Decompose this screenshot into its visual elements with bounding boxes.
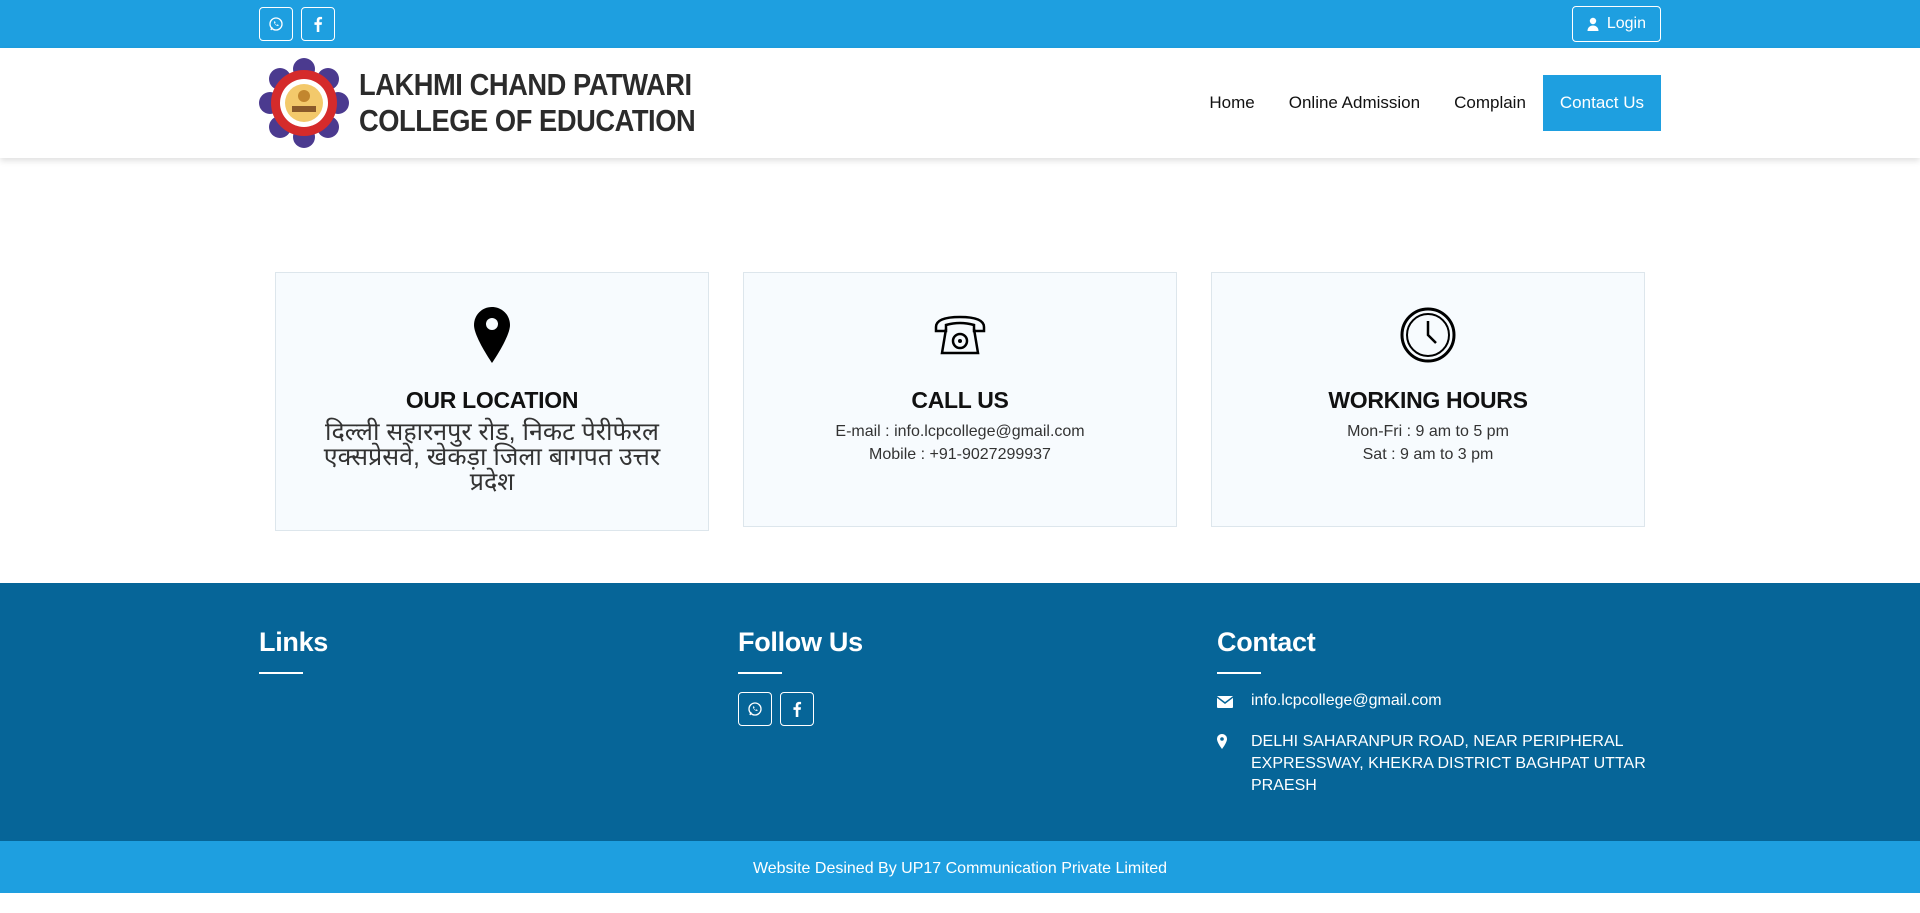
- footer-facebook-button[interactable]: [780, 692, 814, 726]
- footer-whatsapp-button[interactable]: [738, 692, 772, 726]
- site-footer: Links Follow Us Contact info.lcpcollege@…: [0, 583, 1920, 841]
- map-marker-icon: [474, 307, 510, 363]
- clock-icon: [1400, 307, 1456, 363]
- top-bar: Login: [0, 0, 1920, 48]
- heading-underline: [738, 672, 782, 674]
- call-card: CALL US E-mail : info.lcpcollege@gmail.c…: [743, 272, 1177, 527]
- site-credit: Website Desined By UP17 Communication Pr…: [752, 860, 1168, 877]
- nav-online-admission[interactable]: Online Admission: [1272, 75, 1437, 131]
- location-title: OUR LOCATION: [405, 387, 579, 413]
- whatsapp-button[interactable]: [259, 7, 293, 41]
- telephone-icon: [934, 315, 986, 355]
- copyright-bar: Website Desined By UP17 Communication Pr…: [0, 841, 1920, 893]
- user-icon: [1587, 17, 1599, 31]
- map-marker-icon: [1217, 734, 1227, 749]
- facebook-icon: [793, 701, 802, 717]
- footer-contact-column: Contact info.lcpcollege@gmail.com DELHI …: [1216, 583, 1661, 797]
- logo-line-2: COLLEGE OF EDUCATION: [359, 103, 696, 138]
- footer-follow-column: Follow Us: [738, 583, 1217, 797]
- call-email: E-mail : info.lcpcollege@gmail.com: [835, 423, 1085, 440]
- login-label: Login: [1606, 15, 1646, 32]
- footer-follow-title: Follow Us: [738, 627, 863, 657]
- whatsapp-icon: [748, 702, 762, 716]
- nav-complain[interactable]: Complain: [1437, 75, 1543, 131]
- heading-underline: [1217, 672, 1261, 674]
- hours-saturday: Sat : 9 am to 3 pm: [1362, 446, 1494, 463]
- main-nav: Home Online Admission Complain Contact U…: [1192, 75, 1661, 131]
- facebook-button[interactable]: [301, 7, 335, 41]
- login-button[interactable]: Login: [1571, 6, 1661, 42]
- footer-contact-title: Contact: [1217, 627, 1316, 657]
- facebook-icon: [314, 16, 323, 32]
- footer-email[interactable]: info.lcpcollege@gmail.com: [1251, 690, 1442, 715]
- footer-email-row: info.lcpcollege@gmail.com: [1216, 690, 1661, 715]
- footer-address-row: DELHI SAHARANPUR ROAD, NEAR PERIPHERAL E…: [1217, 731, 1661, 797]
- hours-weekday: Mon-Fri : 9 am to 5 pm: [1347, 423, 1509, 440]
- logo-line-1: LAKHMI CHAND PATWARI: [359, 67, 692, 102]
- footer-links-column: Links: [259, 583, 738, 797]
- hours-title: WORKING HOURS: [1328, 387, 1528, 413]
- hours-card: WORKING HOURS Mon-Fri : 9 am to 5 pm Sat…: [1211, 272, 1645, 527]
- footer-links-title: Links: [259, 627, 329, 657]
- call-title: CALL US: [911, 387, 1009, 413]
- whatsapp-icon: [269, 17, 283, 31]
- nav-contact-us[interactable]: Contact Us: [1542, 75, 1661, 131]
- heading-underline: [259, 672, 303, 674]
- site-logo[interactable]: LAKHMI CHAND PATWARI COLLEGE OF EDUCATIO…: [259, 58, 741, 148]
- location-text: दिल्ली सहारनपुर रोड, निकट पेरीफेरल एक्सप…: [323, 418, 661, 496]
- location-card: OUR LOCATION दिल्ली सहारनपुर रोड, निकट प…: [275, 272, 709, 531]
- site-header: LAKHMI CHAND PATWARI COLLEGE OF EDUCATIO…: [0, 48, 1920, 158]
- envelope-icon: [1216, 696, 1234, 708]
- top-social-links: [259, 7, 335, 41]
- footer-address: DELHI SAHARANPUR ROAD, NEAR PERIPHERAL E…: [1251, 733, 1646, 794]
- nav-home[interactable]: Home: [1192, 75, 1271, 131]
- college-emblem-icon: [259, 58, 349, 148]
- contact-section: OUR LOCATION दिल्ली सहारनपुर रोड, निकट प…: [0, 158, 1920, 583]
- call-mobile: Mobile : +91-9027299937: [869, 446, 1051, 463]
